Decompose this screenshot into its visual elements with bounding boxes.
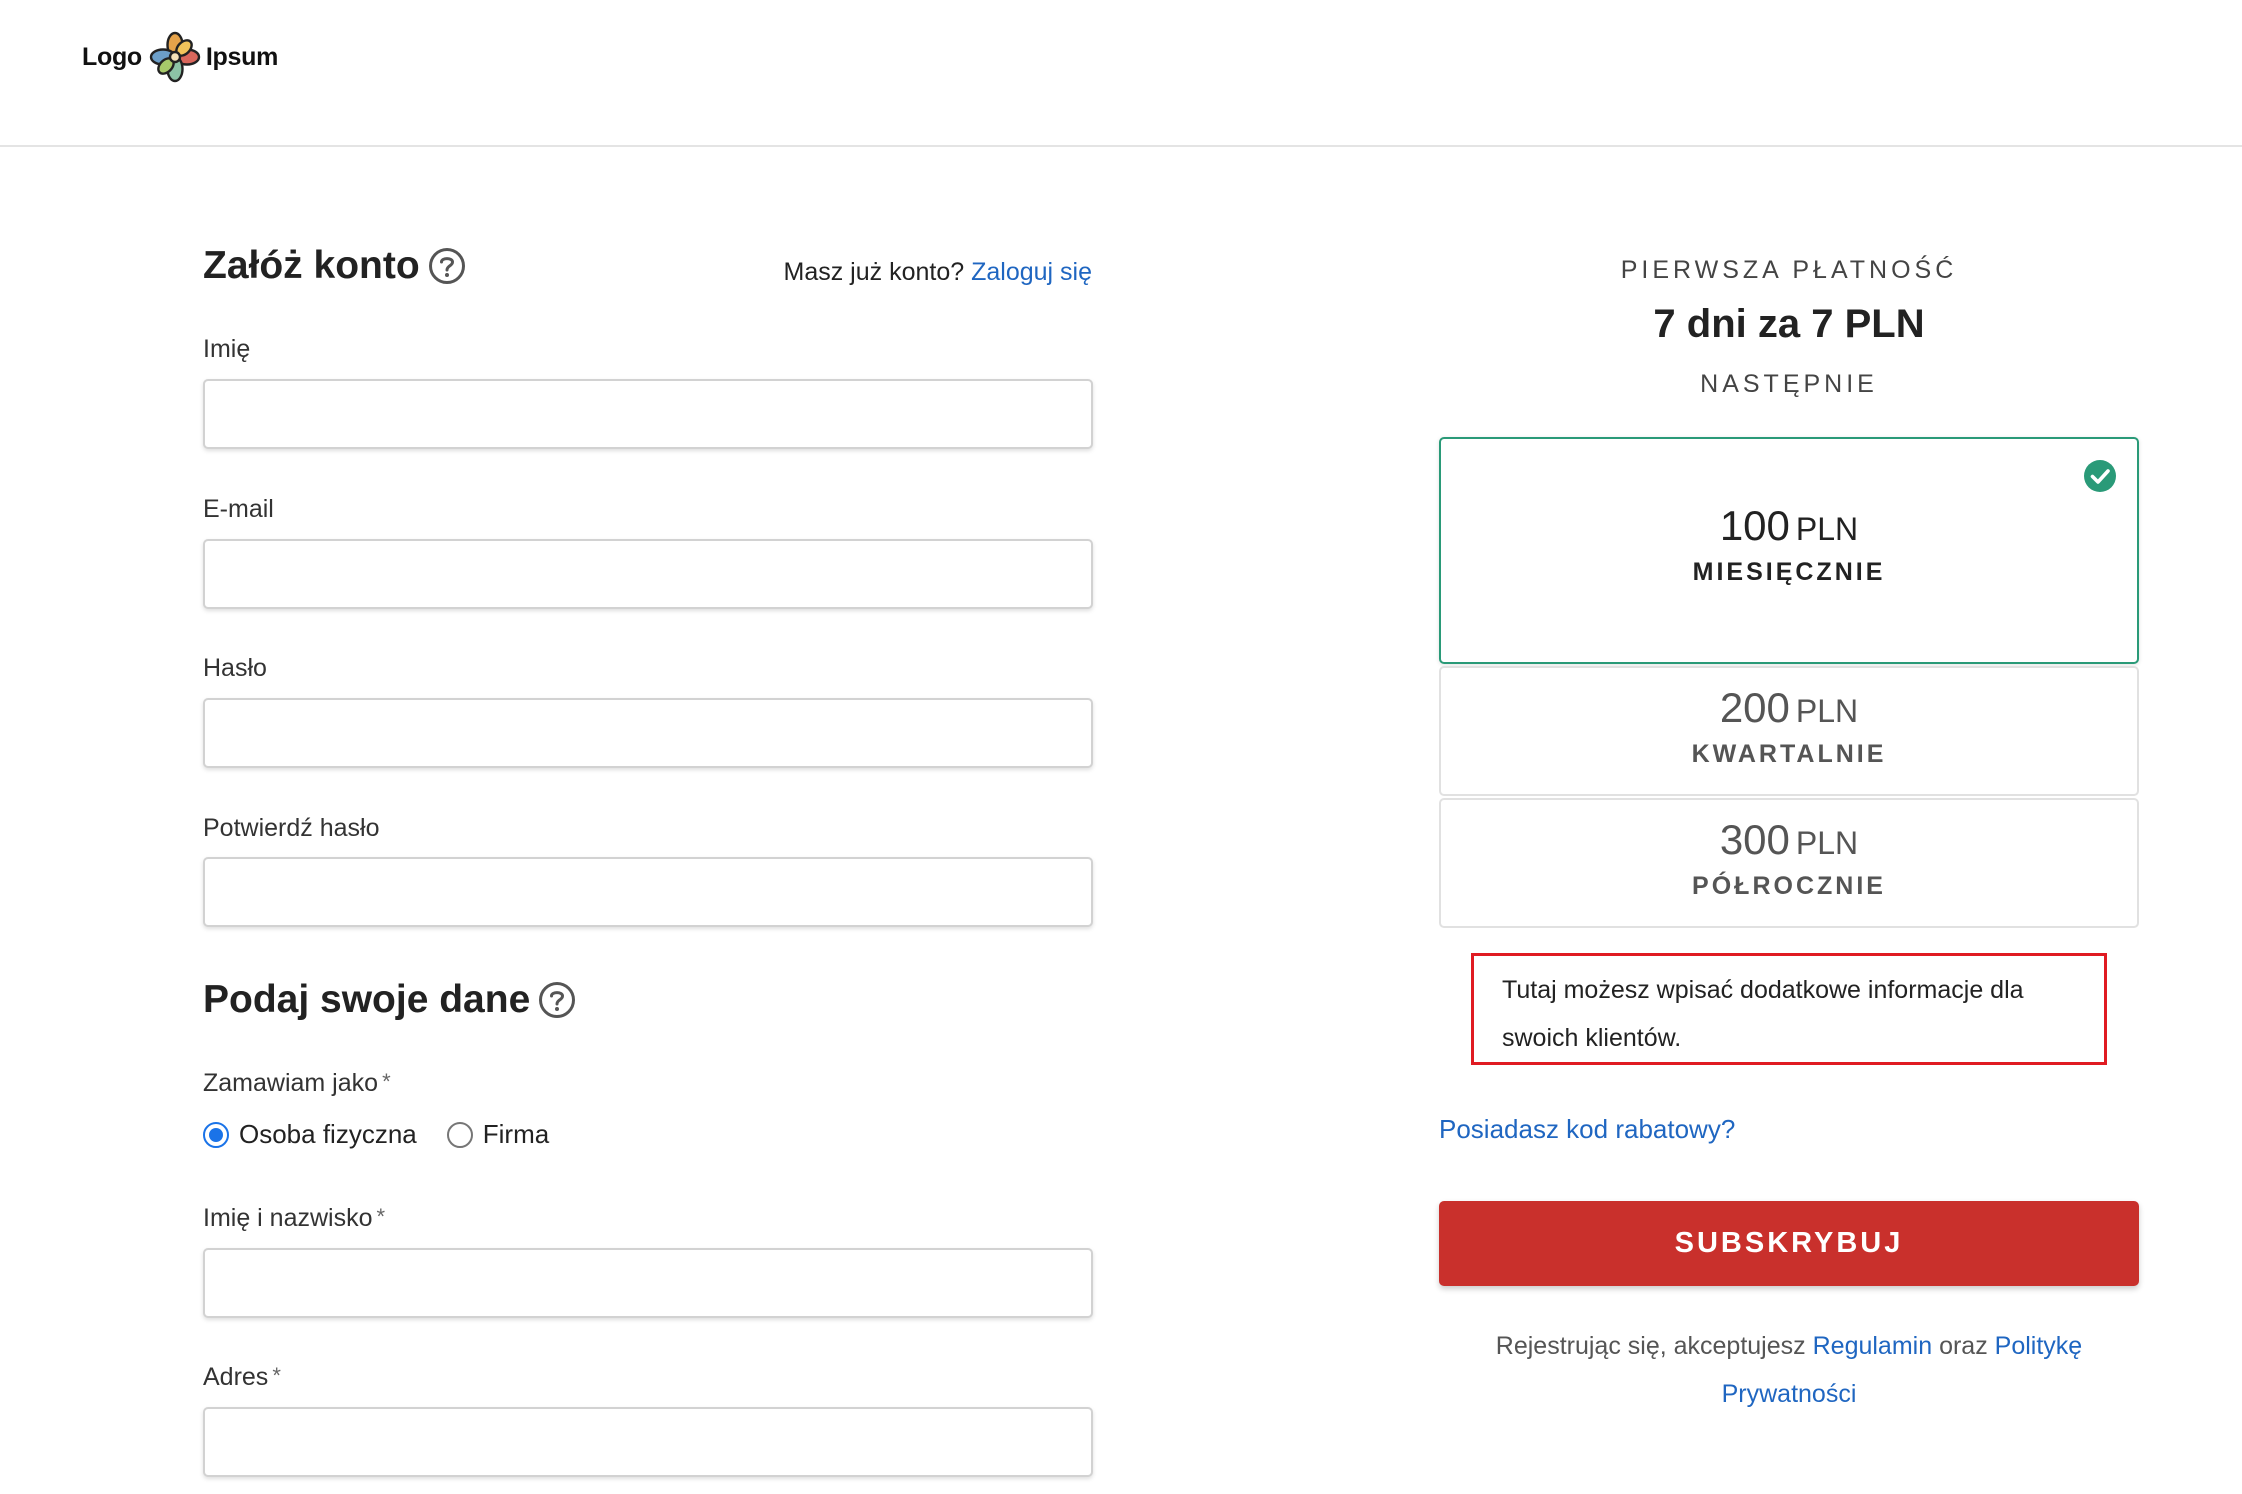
plan-period: KWARTALNIE bbox=[1691, 740, 1887, 768]
flower-logo-icon bbox=[149, 31, 201, 83]
full-name-label-text: Imię i nazwisko bbox=[203, 1204, 373, 1232]
required-mark: * bbox=[376, 1204, 386, 1229]
logo-text-left: Logo bbox=[82, 42, 142, 71]
confirm-password-input[interactable] bbox=[203, 857, 1093, 927]
plan-period: PÓŁROCZNIE bbox=[1692, 872, 1886, 900]
login-prompt-text: Masz już konto? bbox=[783, 258, 965, 286]
first-payment-value: 7 dni za 7 PLN bbox=[1653, 302, 1925, 346]
email-label: E-mail bbox=[203, 495, 274, 523]
plan-period: MIESIĘCZNIE bbox=[1692, 558, 1886, 586]
account-title-text: Załóż konto bbox=[203, 244, 420, 287]
confirm-password-label: Potwierdź hasło bbox=[203, 814, 380, 842]
top-header bbox=[0, 0, 2242, 147]
terms-notice: Rejestrując się, akceptujesz Regulamin o… bbox=[1439, 1322, 2139, 1418]
required-mark: * bbox=[272, 1363, 281, 1388]
plan-amount-value: 300 bbox=[1719, 816, 1790, 863]
required-mark: * bbox=[382, 1069, 391, 1094]
plan-currency: PLN bbox=[1795, 693, 1859, 729]
discount-code-link[interactable]: Posiadasz kod rabatowy? bbox=[1439, 1114, 1735, 1145]
order-as-label-text: Zamawiam jako bbox=[203, 1069, 379, 1097]
full-name-label: Imię i nazwisko * bbox=[203, 1204, 385, 1233]
password-label: Hasło bbox=[203, 654, 267, 682]
plan-amount: 200 PLN bbox=[1441, 684, 2137, 732]
plan-currency: PLN bbox=[1795, 825, 1859, 861]
question-circle-icon[interactable] bbox=[538, 981, 576, 1019]
radio-company-label: Firma bbox=[482, 1119, 550, 1149]
account-section-title: Załóż konto bbox=[203, 244, 466, 288]
terms-mid: oraz bbox=[1939, 1332, 1988, 1360]
plan-card-semiannual[interactable]: 300 PLN PÓŁROCZNIE bbox=[1439, 798, 2139, 928]
details-section-title: Podaj swoje dane bbox=[203, 978, 576, 1022]
first-name-label: Imię bbox=[203, 335, 251, 363]
radio-person-label: Osoba fizyczna bbox=[239, 1119, 417, 1149]
subscribe-button[interactable]: SUBSKRYBUJ bbox=[1439, 1201, 2139, 1286]
radio-option-person[interactable]: Osoba fizyczna bbox=[203, 1119, 417, 1150]
plan-amount: 100 PLN bbox=[1441, 502, 2137, 550]
logo[interactable]: Logo Ipsum bbox=[82, 28, 278, 86]
login-link[interactable]: Zaloguj się bbox=[971, 258, 1092, 286]
plan-amount-value: 200 bbox=[1719, 684, 1790, 731]
logo-text-right: Ipsum bbox=[205, 42, 279, 71]
first-payment-label: PIERWSZA PŁATNOŚĆ bbox=[1620, 256, 1958, 284]
terms-prefix: Rejestrując się, akceptujesz bbox=[1495, 1332, 1806, 1360]
radio-person[interactable] bbox=[203, 1121, 229, 1148]
plan-amount-value: 100 bbox=[1719, 502, 1790, 549]
address-label: Adres * bbox=[203, 1363, 281, 1392]
radio-company[interactable] bbox=[446, 1121, 473, 1148]
plan-card-quarterly[interactable]: 200 PLN KWARTALNIE bbox=[1439, 666, 2139, 796]
plan-currency: PLN bbox=[1795, 511, 1859, 547]
check-circle-icon bbox=[2084, 460, 2116, 492]
password-input[interactable] bbox=[203, 698, 1093, 768]
next-label: NASTĘPNIE bbox=[1700, 370, 1878, 398]
details-title-text: Podaj swoje dane bbox=[203, 978, 531, 1021]
radio-option-company[interactable]: Firma bbox=[446, 1119, 550, 1150]
additional-info-box: Tutaj możesz wpisać dodatkowe informacje… bbox=[1471, 953, 2107, 1065]
login-prompt: Masz już konto? Zaloguj się bbox=[784, 258, 1093, 287]
email-input[interactable] bbox=[203, 539, 1093, 609]
plan-amount: 300 PLN bbox=[1441, 816, 2137, 864]
order-as-label: Zamawiam jako * bbox=[203, 1069, 391, 1098]
first-name-input[interactable] bbox=[203, 379, 1093, 449]
order-as-radio-group: Osoba fizyczna Firma bbox=[203, 1119, 579, 1150]
question-circle-icon[interactable] bbox=[428, 247, 466, 285]
address-input[interactable] bbox=[203, 1407, 1093, 1477]
full-name-input[interactable] bbox=[203, 1248, 1093, 1318]
address-label-text: Adres bbox=[203, 1363, 269, 1391]
plan-card-monthly[interactable]: 100 PLN MIESIĘCZNIE bbox=[1439, 437, 2139, 664]
terms-link[interactable]: Regulamin bbox=[1813, 1332, 1933, 1360]
